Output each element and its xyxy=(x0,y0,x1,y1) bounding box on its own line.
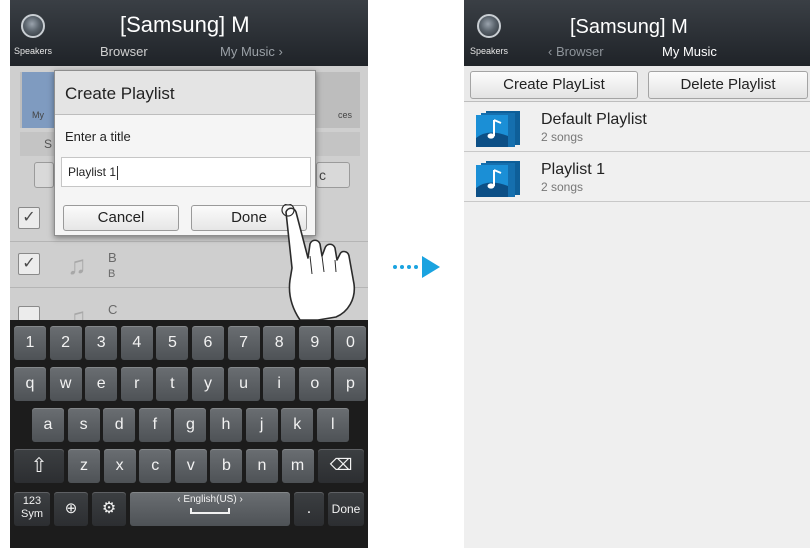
key-0[interactable]: 0 xyxy=(334,326,367,360)
language-label: English(US) xyxy=(183,494,237,505)
next-step-arrow-icon xyxy=(393,256,440,278)
backspace-key-icon[interactable]: ⌫ xyxy=(318,449,364,483)
dimmed-button-right: c xyxy=(316,162,350,188)
song-title: B xyxy=(108,250,117,265)
speakers-button[interactable]: Speakers xyxy=(10,6,56,60)
on-screen-keyboard: 1 2 3 4 5 6 7 8 9 0 q w e r t y u i o p a s d f g h j k l ⇧ z x c v b n m ⌫ 12… xyxy=(10,320,368,548)
key-b[interactable]: b xyxy=(210,449,243,483)
text-cursor xyxy=(117,165,119,180)
period-key[interactable]: . xyxy=(294,492,324,526)
key-a[interactable]: a xyxy=(32,408,64,442)
key-t[interactable]: t xyxy=(156,367,189,401)
dialog-label: Enter a title xyxy=(65,129,131,144)
app-header: Speakers [Samsung] M Browser My Music › xyxy=(10,0,368,66)
key-j[interactable]: j xyxy=(245,408,278,442)
key-m[interactable]: m xyxy=(281,449,314,483)
speakers-button[interactable]: Speakers xyxy=(466,6,512,60)
playlist-toolbar: Create PlayList Delete Playlist xyxy=(464,66,810,102)
key-h[interactable]: h xyxy=(210,408,242,442)
key-k[interactable]: k xyxy=(281,408,314,442)
create-playlist-dialog: Create Playlist Enter a title Playlist 1… xyxy=(54,70,316,236)
left-screen: Speakers [Samsung] M Browser My Music › … xyxy=(10,0,368,548)
key-n[interactable]: n xyxy=(246,449,278,483)
key-l[interactable]: l xyxy=(316,408,349,442)
delete-playlist-button[interactable]: Delete Playlist xyxy=(648,71,808,99)
nav-my-music[interactable]: My Music › xyxy=(220,44,283,59)
symbol-key[interactable]: 123 Sym xyxy=(14,492,50,526)
key-z[interactable]: z xyxy=(68,449,100,483)
key-s[interactable]: s xyxy=(67,408,100,442)
speakers-label: Speakers xyxy=(469,46,509,56)
key-7[interactable]: 7 xyxy=(227,326,260,360)
category-label-devices: ces xyxy=(338,110,353,120)
key-5[interactable]: 5 xyxy=(156,326,189,360)
input-value: Playlist 1 xyxy=(68,165,117,179)
song-artist: B xyxy=(108,268,116,280)
key-f[interactable]: f xyxy=(138,408,171,442)
key-x[interactable]: x xyxy=(103,449,136,483)
speaker-icon xyxy=(21,14,45,38)
playlist-name: Playlist 1 xyxy=(541,161,606,178)
key-p[interactable]: p xyxy=(334,367,367,401)
key-i[interactable]: i xyxy=(263,367,296,401)
key-r[interactable]: r xyxy=(120,367,153,401)
key-q[interactable]: q xyxy=(14,367,46,401)
key-y[interactable]: y xyxy=(192,367,224,401)
key-1[interactable]: 1 xyxy=(14,326,46,360)
device-title: [Samsung] M xyxy=(120,12,250,37)
cancel-button[interactable]: Cancel xyxy=(63,205,179,231)
nav-browser[interactable]: Browser xyxy=(100,44,148,59)
key-2[interactable]: 2 xyxy=(49,326,82,360)
symbol-key-line-2: Sym xyxy=(21,508,43,520)
key-e[interactable]: e xyxy=(85,367,118,401)
settings-key-icon[interactable]: ⚙ xyxy=(92,492,126,526)
music-note-icon: ♫ xyxy=(67,250,87,280)
key-w[interactable]: w xyxy=(49,367,82,401)
key-9[interactable]: 9 xyxy=(298,326,331,360)
playlist-item[interactable]: Default Playlist 2 songs xyxy=(464,104,810,152)
dimmed-button-left xyxy=(34,162,54,188)
tab-partial-label: S xyxy=(44,137,53,151)
device-title: [Samsung] M xyxy=(570,16,688,38)
instruction-figure: Speakers [Samsung] M Browser My Music › … xyxy=(0,0,810,548)
song-title: C xyxy=(108,302,118,317)
playlist-name: Default Playlist xyxy=(541,111,647,128)
checkbox-checked-icon: ✓ xyxy=(18,253,40,275)
create-playlist-button[interactable]: Create PlayList xyxy=(470,71,638,99)
globe-key-icon[interactable]: ⊕ xyxy=(54,492,88,526)
key-4[interactable]: 4 xyxy=(120,326,153,360)
key-u[interactable]: u xyxy=(227,367,260,401)
done-key[interactable]: Done xyxy=(328,492,364,526)
symbol-key-line-1: 123 xyxy=(22,495,42,507)
key-v[interactable]: v xyxy=(174,449,207,483)
key-8[interactable]: 8 xyxy=(263,326,296,360)
key-d[interactable]: d xyxy=(103,408,136,442)
playlist-item[interactable]: Playlist 1 2 songs xyxy=(464,154,810,202)
speakers-label: Speakers xyxy=(13,46,53,56)
playlist-song-count: 2 songs xyxy=(541,130,584,144)
category-label-my: My xyxy=(32,110,44,120)
shift-key-icon[interactable]: ⇧ xyxy=(14,449,64,483)
app-header: Speakers [Samsung] M ‹ Browser My Music xyxy=(464,0,810,66)
key-c[interactable]: c xyxy=(139,449,172,483)
playlist-title-input[interactable]: Playlist 1 xyxy=(61,157,311,187)
checkbox-checked-icon: ✓ xyxy=(18,207,40,229)
nav-browser[interactable]: ‹ Browser xyxy=(548,44,604,59)
space-key[interactable]: ‹ English(US) › xyxy=(130,492,290,526)
key-o[interactable]: o xyxy=(298,367,331,401)
key-g[interactable]: g xyxy=(174,408,207,442)
key-6[interactable]: 6 xyxy=(192,326,224,360)
playlist-thumbnail-icon xyxy=(476,111,520,147)
playlist-song-count: 2 songs xyxy=(541,180,584,194)
dialog-title: Create Playlist xyxy=(55,71,315,115)
right-screen: Speakers [Samsung] M ‹ Browser My Music … xyxy=(464,0,810,548)
speaker-icon xyxy=(477,14,501,38)
space-bar-icon xyxy=(190,508,230,514)
tap-hand-icon xyxy=(281,204,356,320)
nav-my-music[interactable]: My Music xyxy=(662,44,717,59)
key-3[interactable]: 3 xyxy=(85,326,118,360)
playlist-thumbnail-icon xyxy=(476,161,520,197)
